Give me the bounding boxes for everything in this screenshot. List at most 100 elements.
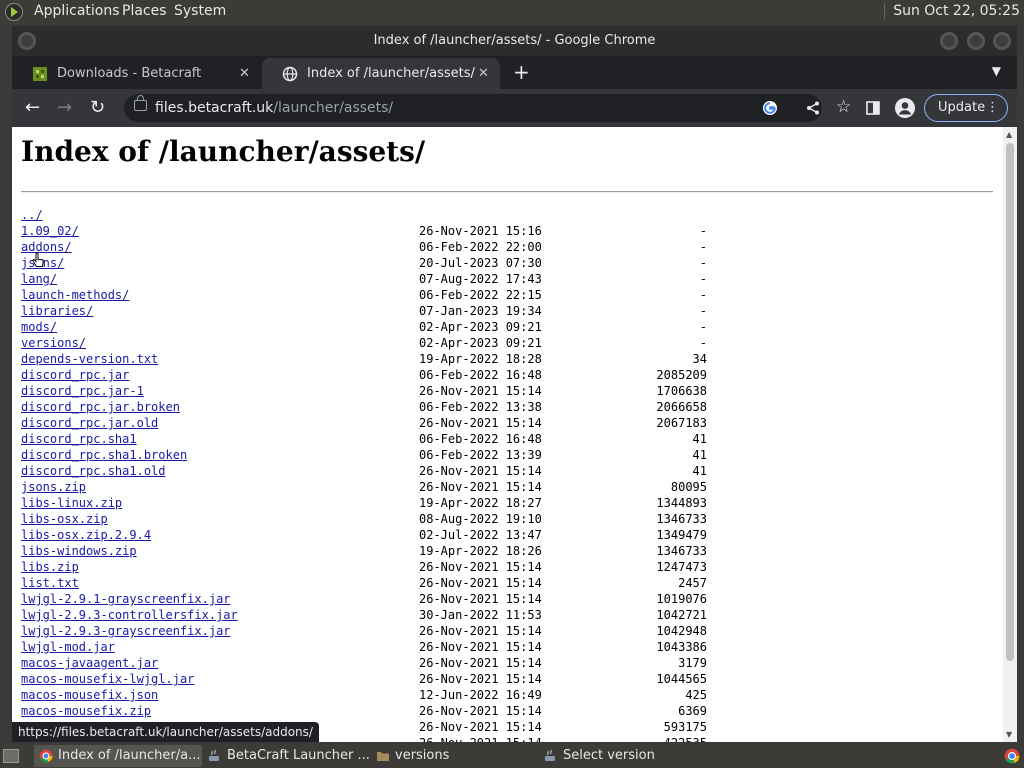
file-link[interactable]: lwjgl-mod.jar <box>21 639 115 655</box>
file-link[interactable]: list.txt <box>21 575 79 591</box>
forward-arrow-icon[interactable]: → <box>57 96 72 120</box>
tab-downloads-betacraft[interactable]: Downloads - Betacraft ✕ <box>12 58 262 89</box>
google-lens-icon[interactable] <box>762 100 778 116</box>
file-size: - <box>699 224 707 238</box>
file-link[interactable]: macos-mousefix.json <box>21 687 158 703</box>
modified-date: 19-Apr-2022 18:27 <box>419 496 542 510</box>
bookmark-star-icon[interactable]: ☆ <box>836 97 851 117</box>
tray-chrome-icon[interactable] <box>1004 748 1020 764</box>
file-link[interactable]: lang/ <box>21 271 57 287</box>
url-host: files.betacraft.uk <box>155 100 274 116</box>
modified-date: 26-Nov-2021 15:14 <box>419 656 542 670</box>
file-size: 1706638 <box>656 384 707 398</box>
reload-icon[interactable]: ↻ <box>90 96 105 120</box>
file-size: - <box>699 288 707 302</box>
file-link[interactable]: libs-osx.zip.2.9.4 <box>21 527 151 543</box>
file-link[interactable]: libs-windows.zip <box>21 543 137 559</box>
tab-index-assets[interactable]: Index of /launcher/assets/ ✕ <box>262 58 500 89</box>
file-size: 1247473 <box>656 560 707 574</box>
modified-date: 26-Nov-2021 15:14 <box>419 480 542 494</box>
share-icon[interactable] <box>806 101 820 115</box>
close-window-icon[interactable] <box>993 32 1011 50</box>
applications-menu[interactable]: Applications <box>34 3 120 19</box>
file-link[interactable]: versions/ <box>21 335 86 351</box>
file-size: 1042948 <box>656 624 707 638</box>
taskbar-item-versions-folder[interactable]: versions <box>371 745 539 767</box>
file-link[interactable]: launch-methods/ <box>21 287 129 303</box>
maximize-icon[interactable] <box>967 32 985 50</box>
tab-close-icon[interactable]: ✕ <box>478 58 489 89</box>
file-link[interactable]: 1.09_02/ <box>21 223 79 239</box>
scroll-down-icon[interactable]: ▼ <box>1006 730 1012 739</box>
taskbar-item-betacraft-launcher[interactable]: BetaCraft Launcher ... <box>203 745 371 767</box>
profile-avatar-icon[interactable] <box>895 98 915 118</box>
folder-icon <box>377 752 389 761</box>
file-link[interactable]: libs-linux.zip <box>21 495 122 511</box>
file-size: 1346733 <box>656 512 707 526</box>
file-link[interactable]: libs.zip <box>21 559 79 575</box>
taskbar-item-chrome[interactable]: Index of /launcher/a... <box>34 745 202 767</box>
file-link[interactable]: macos-mousefix-lwjgl.jar <box>21 671 194 687</box>
modified-date: 12-Jun-2022 16:49 <box>419 688 542 702</box>
system-menu[interactable]: System <box>174 3 226 19</box>
file-link[interactable]: lwjgl-2.9.3-controllersfix.jar <box>21 607 238 623</box>
file-link[interactable]: discord_rpc.sha1.broken <box>21 447 187 463</box>
parent-directory-link[interactable]: ../ <box>21 207 43 223</box>
tab-search-chevron-down-icon[interactable]: ▼ <box>992 64 1001 78</box>
page-title: Index of /launcher/assets/ <box>21 135 426 168</box>
file-link[interactable]: lwjgl-2.9.1-grayscreenfix.jar <box>21 591 231 607</box>
file-link[interactable]: discord_rpc.sha1.old <box>21 463 166 479</box>
vertical-scrollbar[interactable]: ▲ ▼ <box>1003 127 1017 742</box>
side-panel-icon[interactable] <box>866 101 880 115</box>
tab-close-icon[interactable]: ✕ <box>239 58 250 89</box>
file-link[interactable]: discord_rpc.jar.old <box>21 415 158 431</box>
modified-date: 19-Apr-2022 18:26 <box>419 544 542 558</box>
file-link[interactable]: libs-osx.zip <box>21 511 108 527</box>
clock[interactable]: Sun Oct 22, 05:25 <box>884 3 1020 19</box>
file-link[interactable]: jsons.zip <box>21 479 86 495</box>
scrollbar-thumb[interactable] <box>1006 143 1014 661</box>
file-link[interactable]: macos-mousefix.zip <box>21 703 151 719</box>
update-button[interactable]: Update ⋮ <box>924 94 1008 122</box>
taskbar-item-select-version[interactable]: Select version <box>539 745 707 767</box>
modified-date: 06-Feb-2022 22:00 <box>419 240 542 254</box>
modified-date: 30-Jan-2022 11:53 <box>419 608 542 622</box>
file-size: 2067183 <box>656 416 707 430</box>
file-size: - <box>699 240 707 254</box>
modified-date: 06-Feb-2022 22:15 <box>419 288 542 302</box>
file-link[interactable]: lwjgl-2.9.3-grayscreenfix.jar <box>21 623 231 639</box>
file-size: - <box>699 320 707 334</box>
file-link[interactable]: libraries/ <box>21 303 93 319</box>
scroll-up-icon[interactable]: ▲ <box>1006 130 1012 139</box>
file-size: 41 <box>692 464 707 478</box>
file-size: - <box>699 336 707 350</box>
new-tab-icon[interactable]: + <box>513 60 530 84</box>
file-link[interactable]: discord_rpc.jar <box>21 367 129 383</box>
places-menu[interactable]: Places <box>122 3 167 19</box>
file-link[interactable]: discord_rpc.jar-1 <box>21 383 144 399</box>
file-link[interactable]: mods/ <box>21 319 57 335</box>
file-size: 425 <box>685 688 707 702</box>
back-arrow-icon[interactable]: ← <box>25 96 40 120</box>
show-desktop-icon[interactable] <box>3 749 19 763</box>
modified-date: 02-Apr-2023 09:21 <box>419 320 542 334</box>
distro-logo-icon[interactable] <box>5 3 23 21</box>
lock-icon[interactable] <box>134 95 147 111</box>
file-link[interactable]: addons/ <box>21 239 72 255</box>
url-text[interactable]: files.betacraft.uk/launcher/assets/ <box>155 94 393 122</box>
file-link[interactable]: discord_rpc.jar.broken <box>21 399 180 415</box>
window-menu-icon[interactable] <box>18 32 36 50</box>
more-menu-icon[interactable]: ⋮ <box>986 95 999 121</box>
file-size: 593175 <box>663 720 707 734</box>
divider <box>21 191 993 193</box>
minimize-icon[interactable] <box>940 32 958 50</box>
file-link[interactable]: depends-version.txt <box>21 351 158 367</box>
file-link[interactable]: macos-javaagent.jar <box>21 655 158 671</box>
window-titlebar[interactable]: Index of /launcher/assets/ - Google Chro… <box>12 26 1017 56</box>
taskbar: Index of /launcher/a... BetaCraft Launch… <box>0 744 1024 768</box>
address-bar[interactable]: files.betacraft.uk/launcher/assets/ ☆ <box>124 94 851 122</box>
hand-cursor-icon <box>32 252 44 267</box>
file-link[interactable]: discord_rpc.sha1 <box>21 431 137 447</box>
modified-date: 26-Nov-2021 15:14 <box>419 560 542 574</box>
file-size: 1349479 <box>656 528 707 542</box>
